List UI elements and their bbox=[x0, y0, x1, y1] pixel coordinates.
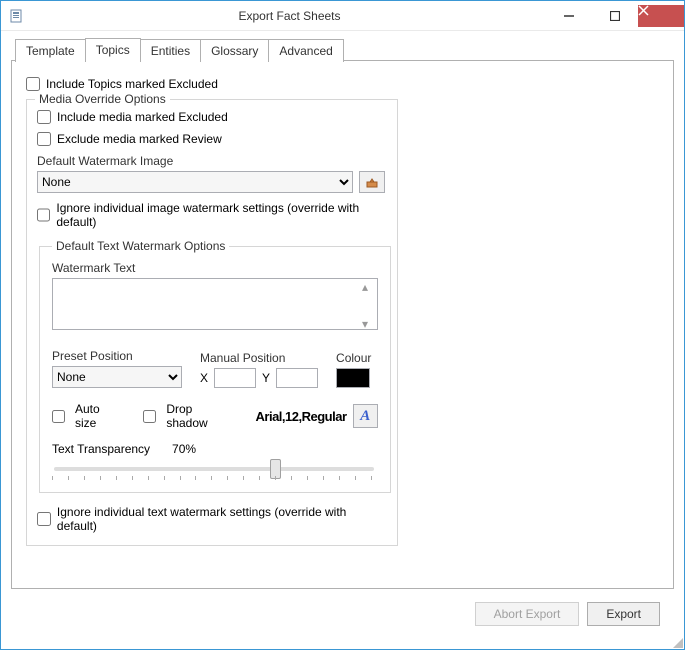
preset-position-select[interactable]: None bbox=[52, 366, 182, 388]
ignore-text-watermark-checkbox[interactable] bbox=[37, 512, 51, 526]
include-media-excluded-checkbox[interactable] bbox=[37, 110, 51, 124]
export-window: Export Fact Sheets Template Topics Entit… bbox=[0, 0, 685, 650]
ignore-text-watermark-label: Ignore individual text watermark setting… bbox=[57, 505, 387, 533]
ignore-image-watermark-label: Ignore individual image watermark settin… bbox=[56, 201, 387, 229]
transparency-slider[interactable] bbox=[54, 467, 374, 471]
manual-y-input[interactable] bbox=[276, 368, 318, 388]
window-buttons bbox=[546, 5, 684, 27]
abort-export-button[interactable]: Abort Export bbox=[475, 602, 580, 626]
media-override-group: Media Override Options Include media mar… bbox=[26, 99, 398, 546]
drop-shadow-label: Drop shadow bbox=[166, 402, 235, 430]
transparency-value: 70% bbox=[172, 442, 196, 456]
y-label: Y bbox=[262, 371, 270, 385]
font-preview-label: Arial,12,Regular bbox=[256, 409, 347, 424]
close-button[interactable] bbox=[638, 5, 684, 27]
media-override-title: Media Override Options bbox=[35, 92, 170, 106]
maximize-button[interactable] bbox=[592, 5, 638, 27]
text-watermark-title: Default Text Watermark Options bbox=[52, 239, 229, 253]
export-button[interactable]: Export bbox=[587, 602, 660, 626]
preset-position-label: Preset Position bbox=[52, 349, 182, 363]
transparency-label: Text Transparency bbox=[52, 442, 150, 456]
ignore-image-watermark-checkbox[interactable] bbox=[37, 208, 50, 222]
tab-template[interactable]: Template bbox=[15, 39, 86, 62]
watermark-image-select[interactable]: None bbox=[37, 171, 353, 193]
exclude-media-review-label: Exclude media marked Review bbox=[57, 132, 222, 146]
footer: Abort Export Export bbox=[11, 589, 674, 639]
textarea-scroll-up-icon[interactable]: ▴ bbox=[362, 280, 376, 294]
auto-size-checkbox[interactable] bbox=[52, 410, 65, 423]
tabstrip: Template Topics Entities Glossary Advanc… bbox=[15, 37, 674, 60]
drop-shadow-checkbox[interactable] bbox=[143, 410, 156, 423]
app-icon bbox=[9, 8, 25, 24]
colour-swatch[interactable] bbox=[336, 368, 370, 388]
manual-x-input[interactable] bbox=[214, 368, 256, 388]
tab-topics[interactable]: Topics bbox=[85, 38, 141, 61]
titlebar: Export Fact Sheets bbox=[1, 1, 684, 31]
include-topics-excluded-label: Include Topics marked Excluded bbox=[46, 77, 218, 91]
font-picker-button[interactable]: A bbox=[353, 404, 378, 428]
exclude-media-review-checkbox[interactable] bbox=[37, 132, 51, 146]
tab-glossary[interactable]: Glossary bbox=[200, 39, 269, 62]
watermark-text-input[interactable] bbox=[52, 278, 378, 330]
client-area: Template Topics Entities Glossary Advanc… bbox=[1, 31, 684, 649]
textarea-scroll-down-icon[interactable]: ▾ bbox=[362, 317, 376, 331]
watermark-text-label: Watermark Text bbox=[52, 261, 378, 275]
window-title: Export Fact Sheets bbox=[33, 9, 546, 23]
include-topics-excluded-checkbox[interactable] bbox=[26, 77, 40, 91]
include-media-excluded-label: Include media marked Excluded bbox=[57, 110, 228, 124]
manual-position-label: Manual Position bbox=[200, 351, 318, 365]
minimize-button[interactable] bbox=[546, 5, 592, 27]
text-watermark-group: Default Text Watermark Options Watermark… bbox=[39, 239, 391, 493]
watermark-image-browse-button[interactable] bbox=[359, 171, 385, 193]
colour-label: Colour bbox=[336, 351, 371, 365]
resize-grip[interactable] bbox=[671, 636, 683, 648]
auto-size-label: Auto size bbox=[75, 402, 123, 430]
tab-entities[interactable]: Entities bbox=[140, 39, 201, 62]
default-watermark-image-label: Default Watermark Image bbox=[37, 154, 387, 168]
x-label: X bbox=[200, 371, 208, 385]
tab-page-topics: Include Topics marked Excluded Media Ove… bbox=[11, 60, 674, 589]
tab-advanced[interactable]: Advanced bbox=[268, 39, 343, 62]
